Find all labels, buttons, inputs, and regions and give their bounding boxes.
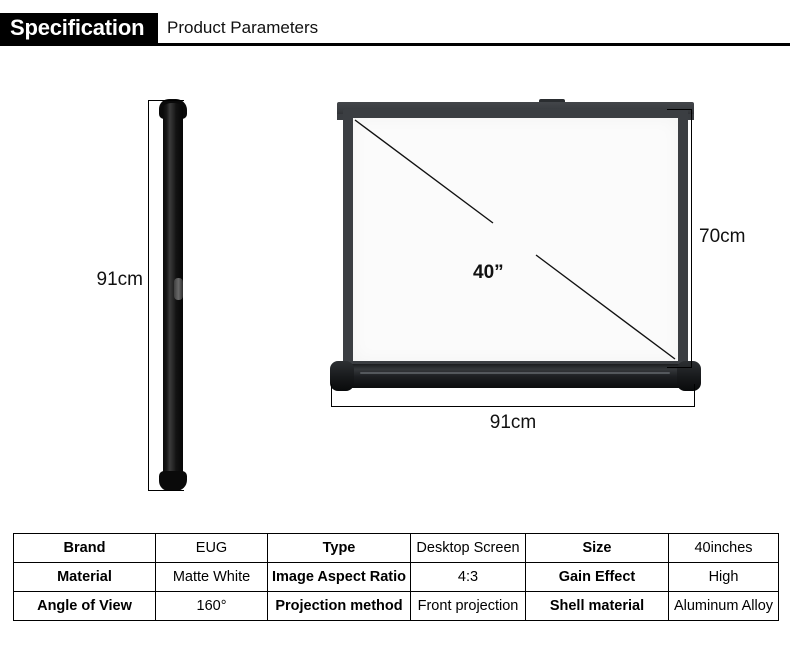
- spec-label-cell: Shell material: [525, 591, 669, 621]
- side-view-height-dimension-line: [148, 100, 149, 491]
- table-row: Brand EUG Type Desktop Screen Size 40inches: [13, 533, 779, 563]
- screen-height-label: 70cm: [699, 226, 746, 247]
- screen-diagonal-size-label: 40”: [473, 262, 504, 283]
- spec-label-cell: Projection method: [267, 591, 411, 621]
- spec-value-cell: 4:3: [410, 562, 526, 592]
- spec-value-cell: 160°: [155, 591, 268, 621]
- specification-header: Specification Product Parameters: [0, 0, 790, 52]
- spec-value-cell: Matte White: [155, 562, 268, 592]
- product-illustration-area: 91cm 40” 70cm 91cm: [0, 52, 790, 522]
- front-view-diagram: 40” 70cm 91cm: [325, 52, 745, 477]
- specification-table: Brand EUG Type Desktop Screen Size 40inches Ma…: [13, 533, 779, 621]
- screen-bottom-casing-highlight: [360, 372, 670, 374]
- table-row: Angle of View 160° Projection method Front …: [13, 591, 779, 621]
- side-view-height-label: 91cm: [96, 269, 143, 290]
- screen-height-tick-bottom: [667, 367, 692, 368]
- spec-value-cell: EUG: [155, 533, 268, 563]
- spec-value-cell: High: [668, 562, 779, 592]
- screen-width-label: 91cm: [489, 412, 537, 433]
- spec-value-cell: Front projection: [410, 591, 526, 621]
- side-view-bottom-end-cap: [159, 471, 187, 491]
- screen-width-tick-left: [331, 384, 332, 407]
- spec-value-cell: Desktop Screen: [410, 533, 526, 563]
- spec-label-cell: Image Aspect Ratio: [267, 562, 411, 592]
- table-row: Material Matte White Image Aspect Ratio 4:3…: [13, 562, 779, 592]
- screen-right-foot-cap: [677, 361, 701, 391]
- specification-table-body: Brand EUG Type Desktop Screen Size 40inches Ma…: [13, 533, 779, 621]
- screen-width-dimension-line: [331, 406, 695, 407]
- screen-diagonal-measure-line: [353, 118, 678, 361]
- spec-value-cell: 40inches: [668, 533, 779, 563]
- side-view-height-tick-bottom: [148, 490, 184, 491]
- header-divider-rule: [0, 43, 790, 46]
- side-view-diagram: 91cm: [85, 52, 245, 491]
- specification-badge-label: Specification: [10, 15, 145, 40]
- screen-height-tick-top: [667, 109, 692, 110]
- screen-height-dimension-line: [691, 109, 692, 368]
- side-view-height-tick-top: [148, 100, 184, 101]
- product-parameters-subtitle: Product Parameters: [167, 18, 319, 37]
- spec-label-cell: Angle of View: [13, 591, 156, 621]
- spec-label-cell: Size: [525, 533, 669, 563]
- side-view-latch-knob: [174, 278, 183, 300]
- spec-label-cell: Type: [267, 533, 411, 563]
- specification-table-container: Brand EUG Type Desktop Screen Size 40inches Ma…: [13, 533, 779, 621]
- spec-label-cell: Material: [13, 562, 156, 592]
- screen-width-tick-right: [694, 384, 695, 407]
- spec-label-cell: Brand: [13, 533, 156, 563]
- spec-value-cell: Aluminum Alloy: [668, 591, 779, 621]
- screen-left-foot-cap: [330, 361, 354, 391]
- screen-bottom-casing-tube: [338, 364, 693, 388]
- spec-label-cell: Gain Effect: [525, 562, 669, 592]
